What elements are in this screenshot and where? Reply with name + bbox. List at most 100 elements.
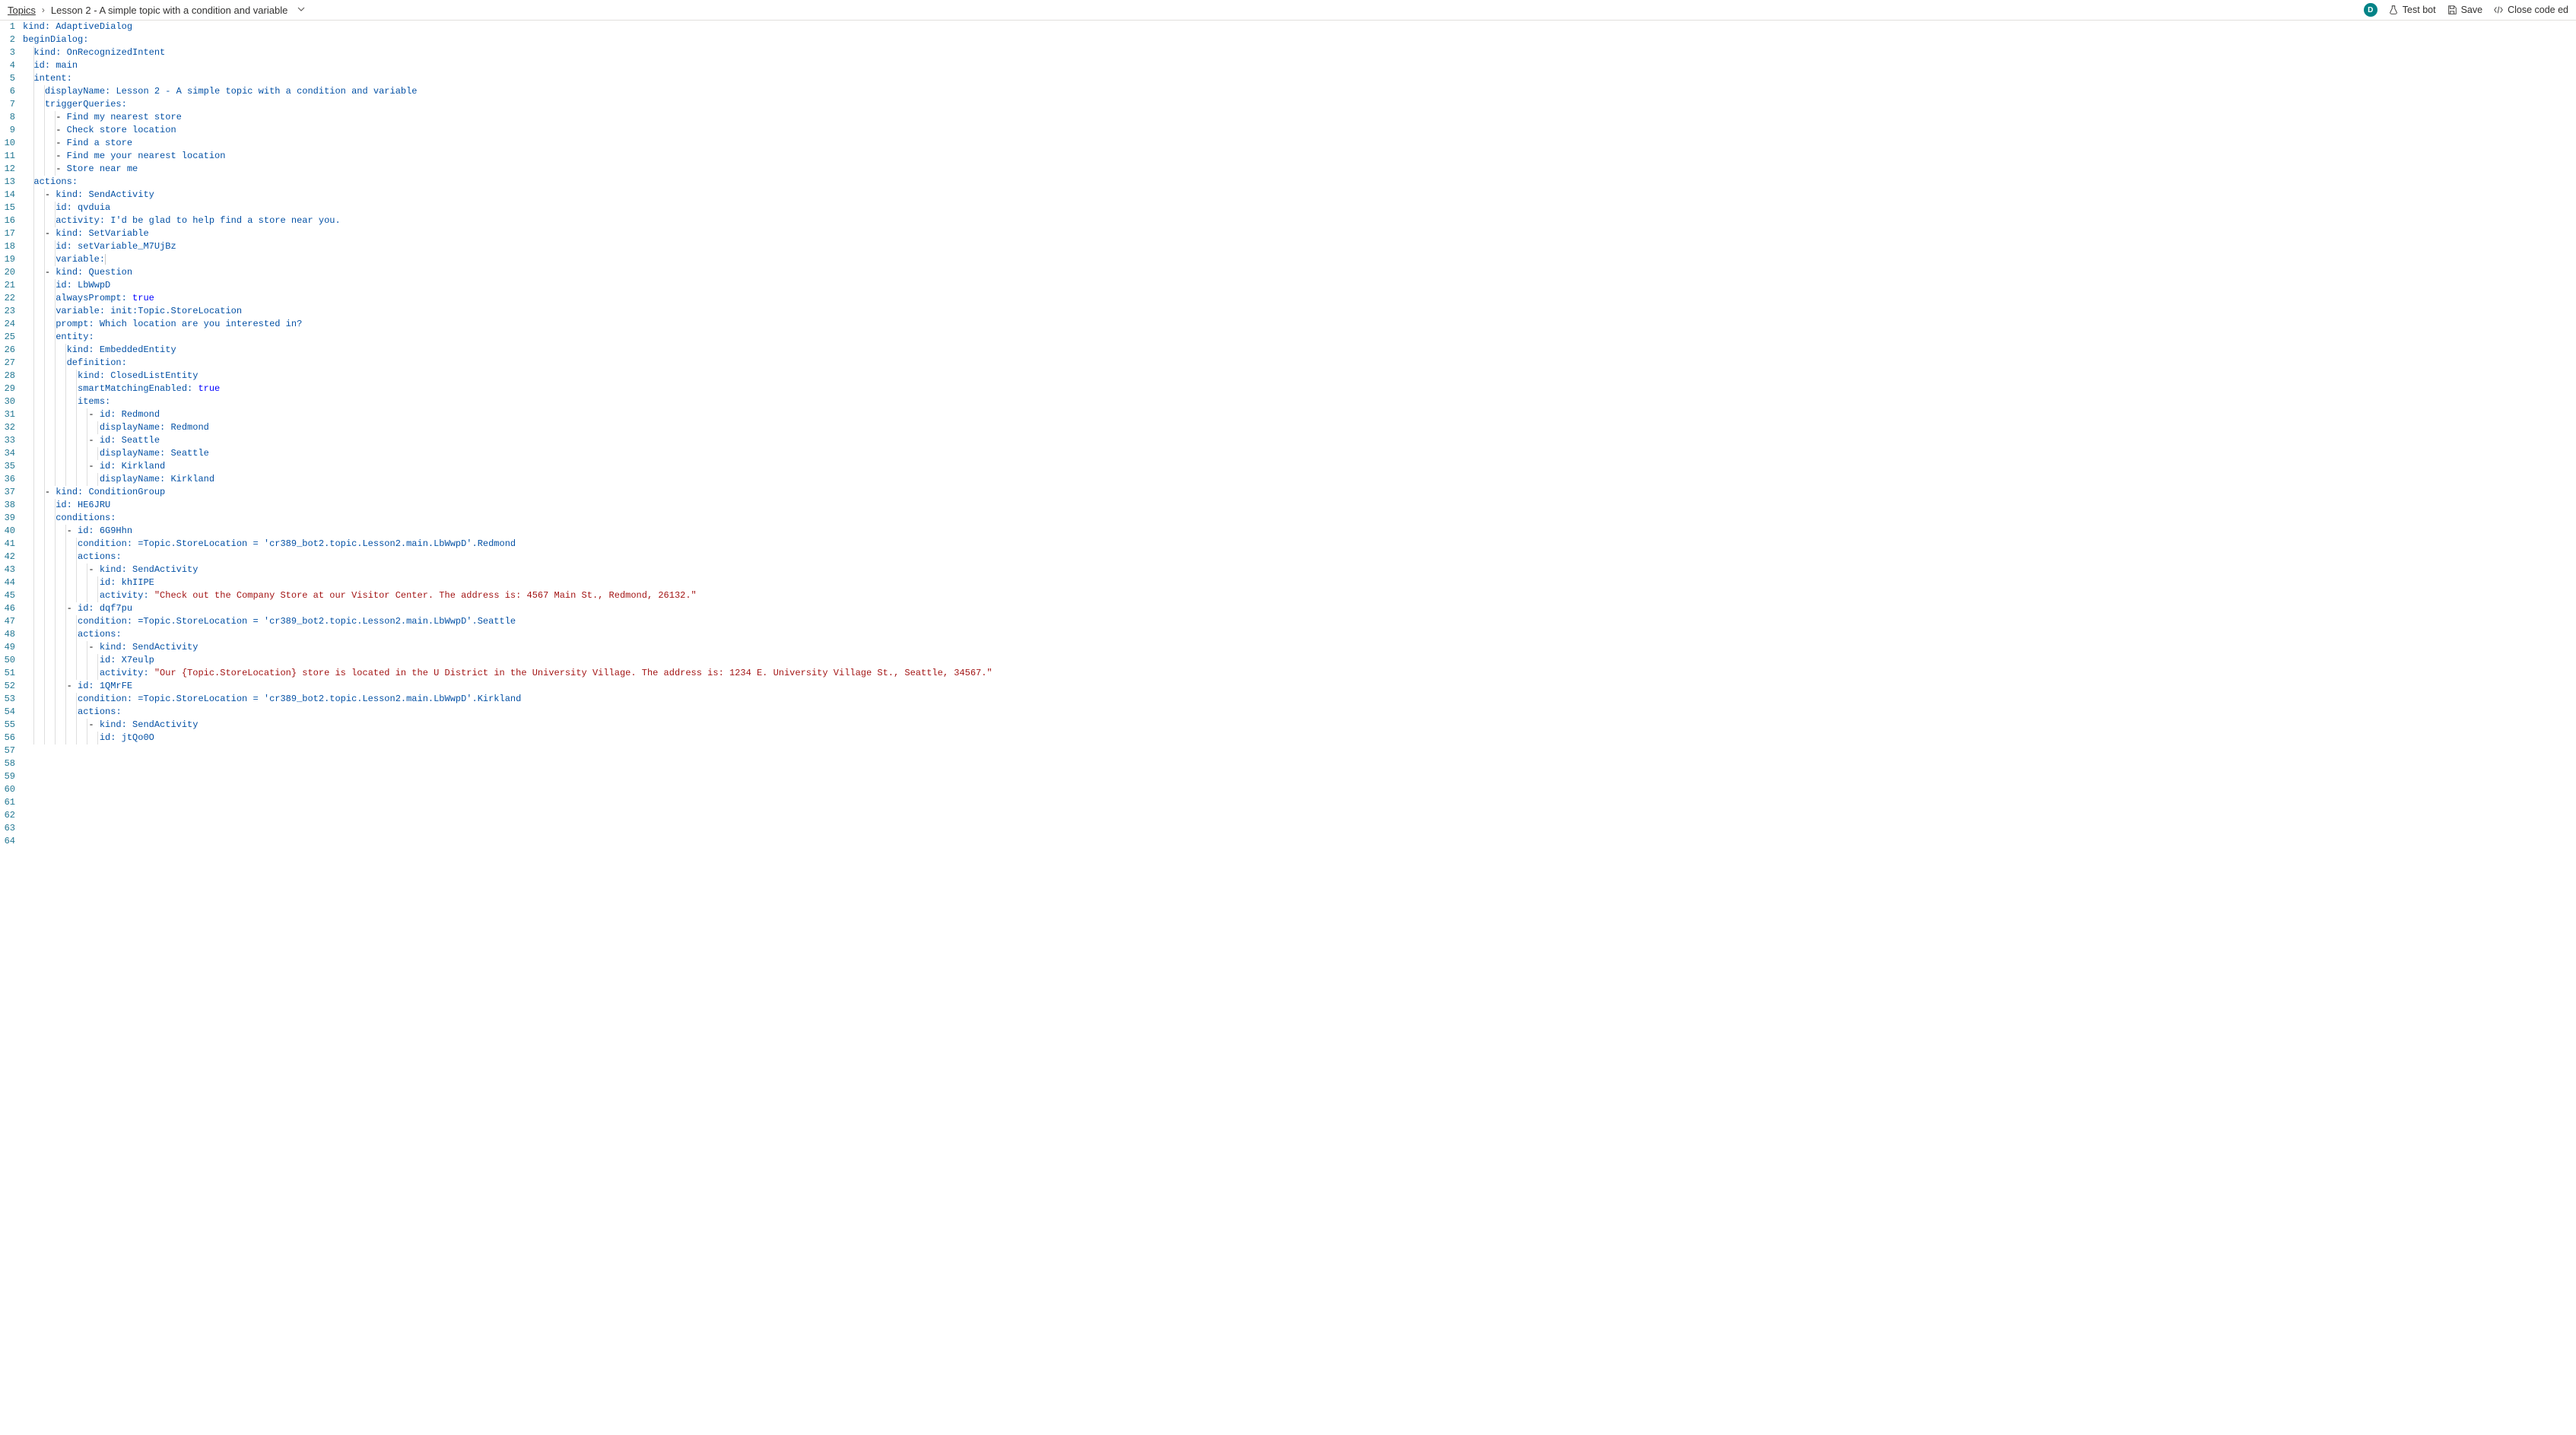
line-number: 17 — [0, 227, 15, 240]
line-number: 21 — [0, 279, 15, 292]
code-line[interactable]: kind: OnRecognizedIntent — [23, 46, 2576, 59]
line-number: 31 — [0, 408, 15, 421]
code-line[interactable]: displayName: Lesson 2 - A simple topic w… — [23, 85, 2576, 98]
save-button[interactable]: Save — [2447, 5, 2483, 15]
line-number: 36 — [0, 473, 15, 486]
code-line[interactable]: - Find a store — [23, 137, 2576, 150]
code-line[interactable]: id: main — [23, 59, 2576, 72]
code-line[interactable]: beginDialog: — [23, 33, 2576, 46]
avatar[interactable]: D — [2364, 3, 2377, 17]
code-line[interactable]: - kind: SetVariable — [23, 227, 2576, 240]
code-editor[interactable]: 1234567891011121314151617181920212223242… — [0, 21, 2576, 1435]
line-number: 51 — [0, 667, 15, 680]
code-line[interactable]: entity: — [23, 331, 2576, 344]
code-line[interactable]: id: qvduia — [23, 202, 2576, 214]
line-number: 3 — [0, 46, 15, 59]
chevron-right-icon: › — [42, 5, 45, 15]
code-line[interactable]: actions: — [23, 176, 2576, 189]
code-line[interactable]: intent: — [23, 72, 2576, 85]
code-line[interactable]: id: setVariable_M7UjBz — [23, 240, 2576, 253]
code-line[interactable]: variable: — [23, 253, 2576, 266]
code-line[interactable]: kind: ClosedListEntity — [23, 370, 2576, 383]
line-number: 49 — [0, 641, 15, 654]
line-number: 22 — [0, 292, 15, 305]
code-line[interactable]: - Check store location — [23, 124, 2576, 137]
line-number: 6 — [0, 85, 15, 98]
line-number: 63 — [0, 822, 15, 835]
code-line[interactable]: definition: — [23, 357, 2576, 370]
code-line[interactable]: - id: Redmond — [23, 408, 2576, 421]
test-bot-button[interactable]: Test bot — [2388, 5, 2436, 15]
code-line[interactable]: - kind: Question — [23, 266, 2576, 279]
line-number: 43 — [0, 564, 15, 576]
code-line[interactable]: displayName: Kirkland — [23, 473, 2576, 486]
line-number: 14 — [0, 189, 15, 202]
code-line[interactable]: - id: 1QMrFE — [23, 680, 2576, 693]
code-line[interactable]: actions: — [23, 551, 2576, 564]
code-line[interactable]: - kind: ConditionGroup — [23, 486, 2576, 499]
code-line[interactable]: activity: I'd be glad to help find a sto… — [23, 214, 2576, 227]
code-line[interactable]: activity: "Our {Topic.StoreLocation} sto… — [23, 667, 2576, 680]
code-line[interactable]: - kind: SendActivity — [23, 641, 2576, 654]
code-line[interactable]: - id: Seattle — [23, 434, 2576, 447]
code-content[interactable]: kind: AdaptiveDialogbeginDialog: kind: O… — [20, 21, 2576, 848]
line-number: 34 — [0, 447, 15, 460]
code-line[interactable]: id: X7eulp — [23, 654, 2576, 667]
code-line[interactable]: activity: "Check out the Company Store a… — [23, 589, 2576, 602]
topbar-actions: D Test bot Save Close code ed — [2364, 3, 2568, 17]
line-number: 28 — [0, 370, 15, 383]
code-line[interactable]: - kind: SendActivity — [23, 189, 2576, 202]
line-number: 2 — [0, 33, 15, 46]
line-number: 53 — [0, 693, 15, 706]
code-line[interactable]: - id: Kirkland — [23, 460, 2576, 473]
line-number: 18 — [0, 240, 15, 253]
code-line[interactable]: displayName: Redmond — [23, 421, 2576, 434]
code-line[interactable]: conditions: — [23, 512, 2576, 525]
code-line[interactable]: variable: init:Topic.StoreLocation — [23, 305, 2576, 318]
code-line[interactable]: - Store near me — [23, 163, 2576, 176]
line-number: 47 — [0, 615, 15, 628]
line-number: 38 — [0, 499, 15, 512]
line-number: 12 — [0, 163, 15, 176]
code-line[interactable]: displayName: Seattle — [23, 447, 2576, 460]
close-code-editor-button[interactable]: Close code ed — [2493, 5, 2568, 15]
chevron-down-icon[interactable] — [294, 5, 309, 16]
breadcrumb-root-link[interactable]: Topics — [8, 5, 36, 16]
line-number: 44 — [0, 576, 15, 589]
close-code-label: Close code ed — [2508, 5, 2568, 15]
code-line[interactable]: - Find me your nearest location — [23, 150, 2576, 163]
line-number: 35 — [0, 460, 15, 473]
code-line[interactable]: - id: dqf7pu — [23, 602, 2576, 615]
line-number: 23 — [0, 305, 15, 318]
code-line[interactable]: condition: =Topic.StoreLocation = 'cr389… — [23, 693, 2576, 706]
line-number: 58 — [0, 757, 15, 770]
code-line[interactable]: condition: =Topic.StoreLocation = 'cr389… — [23, 615, 2576, 628]
code-line[interactable]: items: — [23, 395, 2576, 408]
code-line[interactable]: kind: EmbeddedEntity — [23, 344, 2576, 357]
test-bot-label: Test bot — [2403, 5, 2436, 15]
code-line[interactable]: alwaysPrompt: true — [23, 292, 2576, 305]
code-line[interactable]: triggerQueries: — [23, 98, 2576, 111]
code-line[interactable]: actions: — [23, 628, 2576, 641]
code-line[interactable]: prompt: Which location are you intereste… — [23, 318, 2576, 331]
line-number: 19 — [0, 253, 15, 266]
code-line[interactable]: - kind: SendActivity — [23, 564, 2576, 576]
line-number: 60 — [0, 783, 15, 796]
flask-icon — [2388, 5, 2399, 15]
code-line[interactable]: - id: 6G9Hhn — [23, 525, 2576, 538]
code-line[interactable]: smartMatchingEnabled: true — [23, 383, 2576, 395]
code-line[interactable]: id: jtQo0O — [23, 732, 2576, 744]
line-number: 15 — [0, 202, 15, 214]
code-line[interactable]: - kind: SendActivity — [23, 719, 2576, 732]
code-line[interactable]: condition: =Topic.StoreLocation = 'cr389… — [23, 538, 2576, 551]
code-line[interactable]: - Find my nearest store — [23, 111, 2576, 124]
line-number: 42 — [0, 551, 15, 564]
code-line[interactable]: id: HE6JRU — [23, 499, 2576, 512]
code-line[interactable]: id: khIIPE — [23, 576, 2576, 589]
code-line[interactable]: actions: — [23, 706, 2576, 719]
code-line[interactable]: id: LbWwpD — [23, 279, 2576, 292]
line-number-gutter: 1234567891011121314151617181920212223242… — [0, 21, 20, 848]
save-label: Save — [2461, 5, 2483, 15]
code-line[interactable]: kind: AdaptiveDialog — [23, 21, 2576, 33]
line-number: 37 — [0, 486, 15, 499]
